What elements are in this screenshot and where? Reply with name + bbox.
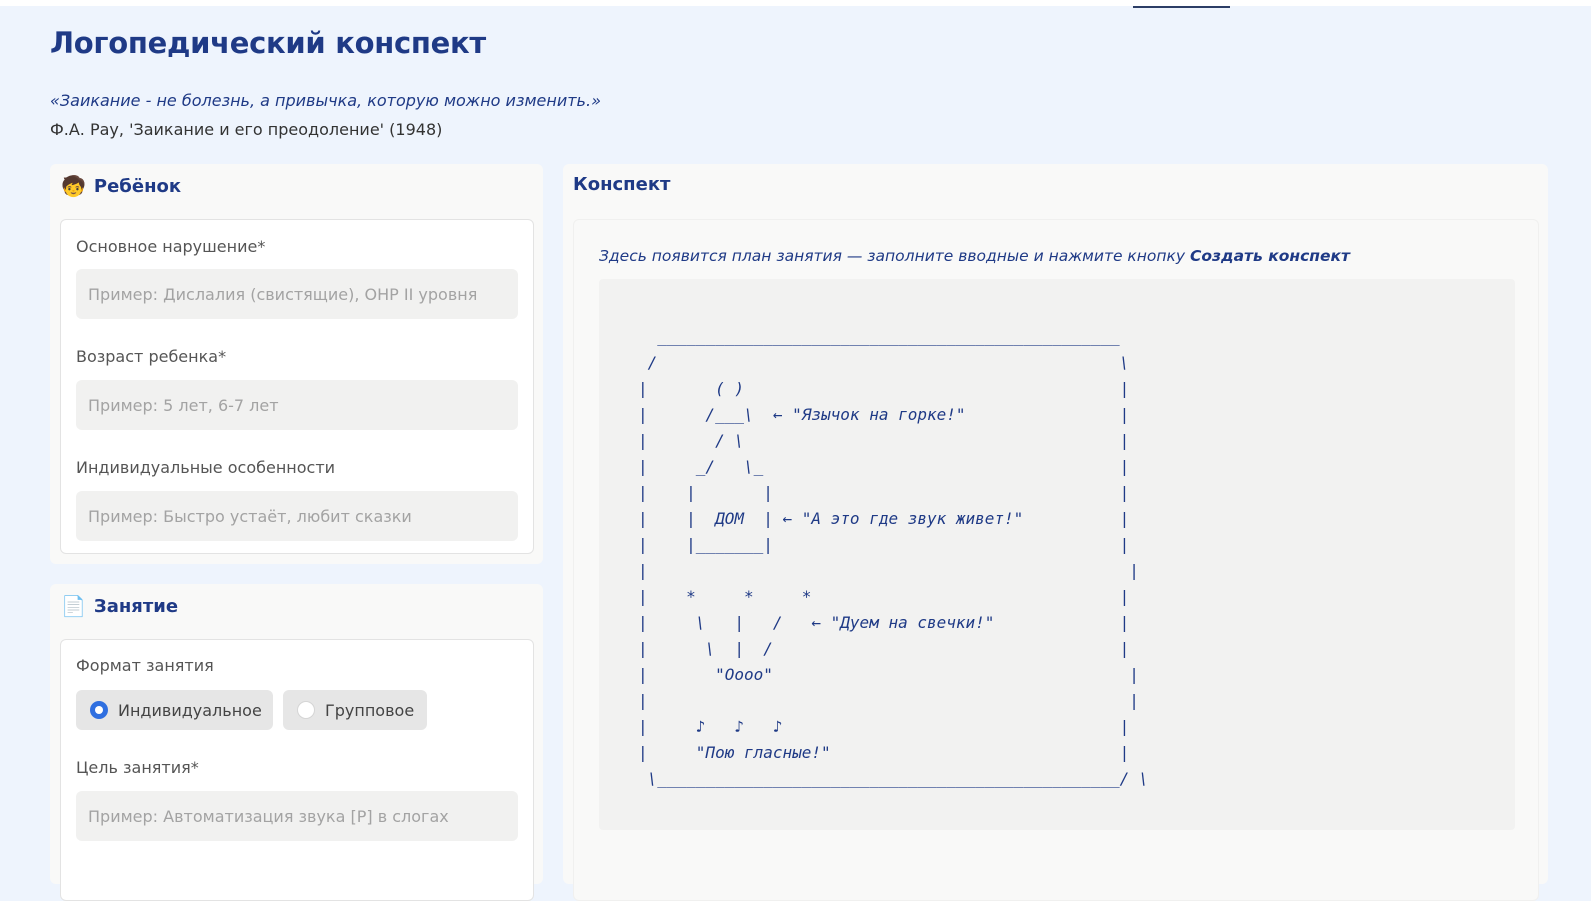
lesson-fields-card: Формат занятия Индивидуальное Групповое … bbox=[60, 639, 534, 901]
summary-card: Здесь появится план занятия — заполните … bbox=[573, 219, 1539, 901]
child-panel-title: 🧒 Ребёнок bbox=[61, 174, 181, 198]
top-bar bbox=[0, 0, 1591, 6]
goal-input[interactable] bbox=[76, 791, 518, 841]
active-tab-indicator bbox=[1133, 6, 1230, 8]
summary-panel-title: Конспект bbox=[573, 174, 671, 195]
child-panel: 🧒 Ребёнок Основное нарушение* Возраст ре… bbox=[50, 164, 543, 564]
age-input[interactable] bbox=[76, 380, 518, 430]
lesson-panel: 📄 Занятие Формат занятия Индивидуальное … bbox=[50, 584, 543, 901]
radio-unselected-icon bbox=[297, 701, 315, 719]
format-group-option[interactable]: Групповое bbox=[283, 690, 427, 730]
radio-selected-icon bbox=[90, 701, 108, 719]
features-input[interactable] bbox=[76, 491, 518, 541]
summary-panel: Конспект Здесь появится план занятия — з… bbox=[563, 164, 1548, 901]
epigraph-source: Ф.А. Рау, 'Заикание и его преодоление' (… bbox=[50, 120, 443, 139]
format-individual-label: Индивидуальное bbox=[118, 700, 262, 720]
age-label: Возраст ребенка* bbox=[76, 347, 227, 366]
page-title: Логопедический конспект bbox=[50, 26, 486, 60]
features-label: Индивидуальные особенности bbox=[76, 458, 336, 477]
lesson-panel-title-text: Занятие bbox=[93, 595, 179, 617]
epigraph-quote: «Заикание - не болезнь, а привычка, кото… bbox=[50, 91, 601, 110]
disorder-input[interactable] bbox=[76, 269, 518, 319]
ascii-art: ________________________________________… bbox=[638, 327, 1149, 788]
child-panel-title-text: Ребёнок bbox=[93, 175, 182, 197]
lesson-panel-title: 📄 Занятие bbox=[61, 594, 178, 618]
child-face-icon: 🧒 bbox=[61, 174, 86, 198]
format-label: Формат занятия bbox=[76, 656, 214, 675]
ascii-art-box: ________________________________________… bbox=[599, 279, 1515, 830]
create-summary-button-ref: Создать конспект bbox=[1190, 247, 1350, 265]
format-group-label: Групповое bbox=[325, 700, 415, 720]
child-fields-card: Основное нарушение* Возраст ребенка* Инд… bbox=[60, 219, 534, 554]
disorder-label: Основное нарушение* bbox=[76, 237, 266, 256]
summary-hint: Здесь появится план занятия — заполните … bbox=[599, 247, 1350, 265]
document-icon: 📄 bbox=[61, 594, 86, 618]
goal-label: Цель занятия* bbox=[76, 758, 199, 777]
format-individual-option[interactable]: Индивидуальное bbox=[76, 690, 273, 730]
summary-hint-text: Здесь появится план занятия — заполните … bbox=[599, 247, 1191, 265]
